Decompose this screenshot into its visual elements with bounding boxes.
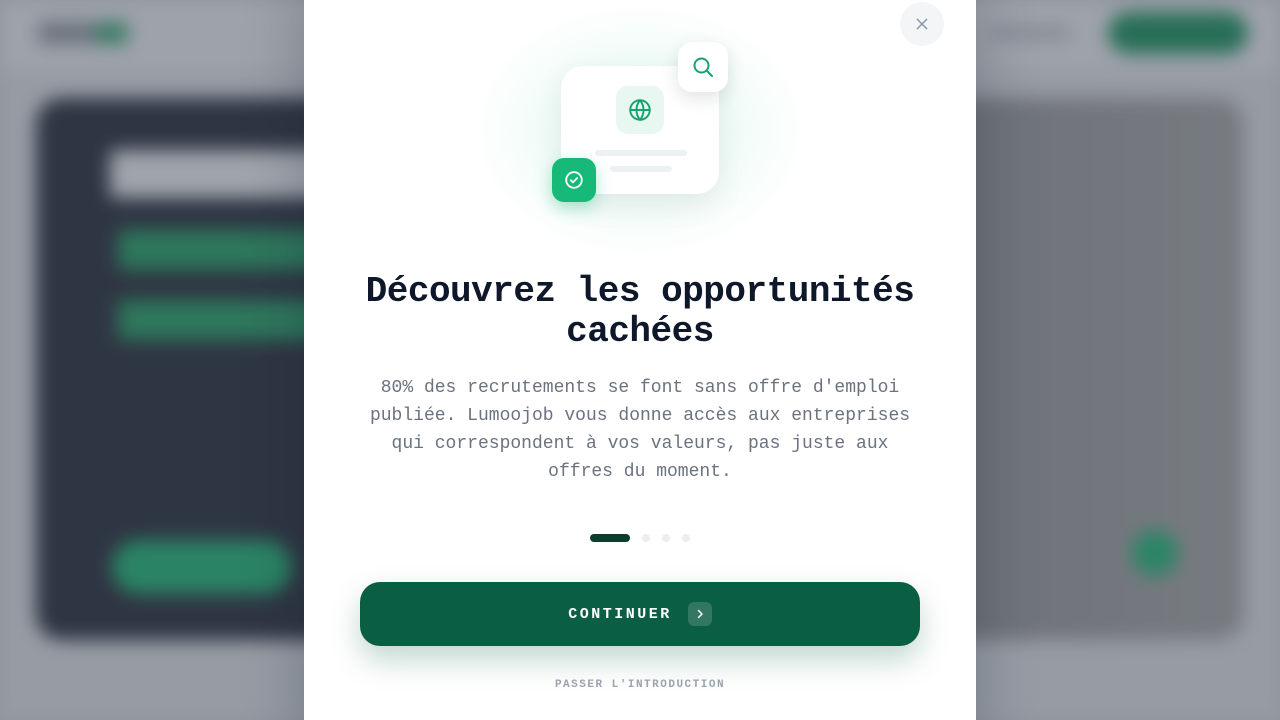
onboarding-title: Découvrez les opportunités cachées xyxy=(365,271,915,352)
onboarding-description: 80% des recrutements se font sans offre … xyxy=(369,378,911,482)
close-button[interactable] xyxy=(900,2,944,46)
continue-arrow xyxy=(687,602,712,626)
step-dot[interactable] xyxy=(642,534,650,542)
chevron-right-icon xyxy=(697,609,703,619)
step-dot-active[interactable] xyxy=(590,534,630,542)
step-indicator xyxy=(590,534,690,542)
continue-button-label: CONTINUER xyxy=(568,605,672,623)
step-dot[interactable] xyxy=(682,534,690,542)
skip-intro-link[interactable]: PASSER L'INTRODUCTION xyxy=(440,679,840,691)
close-icon xyxy=(916,18,928,30)
step-dot[interactable] xyxy=(662,534,670,542)
continue-button[interactable]: CONTINUER xyxy=(360,582,920,646)
